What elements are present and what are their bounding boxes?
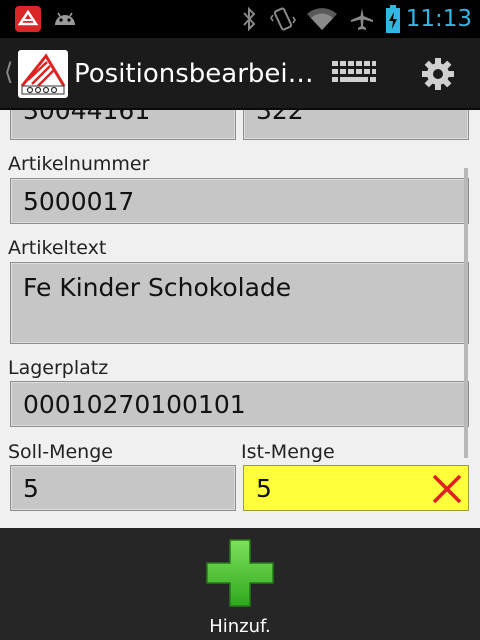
settings-button[interactable] — [414, 52, 462, 96]
airplane-mode-icon — [346, 0, 378, 38]
notification-app-icon — [10, 0, 46, 38]
app-logo[interactable] — [18, 50, 68, 98]
battery-charging-icon — [382, 0, 404, 38]
vibrate-icon — [268, 0, 298, 38]
keyboard-icon — [332, 61, 376, 82]
soll-menge-label: Soll-Menge — [8, 441, 113, 463]
action-bar: ⟨ Positionsbearbei… — [0, 38, 480, 110]
android-icon — [50, 0, 80, 38]
scrollbar[interactable] — [464, 168, 468, 458]
artikeltext-field[interactable]: Fe Kinder Schokolade — [10, 262, 469, 344]
up-navigation-icon[interactable]: ⟨ — [4, 58, 13, 86]
artikelnummer-label: Artikelnummer — [8, 153, 150, 175]
keyboard-button[interactable] — [330, 52, 378, 96]
add-button-label: Hinzuf. — [209, 616, 271, 637]
wifi-icon — [304, 0, 340, 38]
form-scroll-area[interactable]: 30044161 322 Artikelnummer 5000017 Artik… — [0, 110, 480, 528]
bottom-action-bar: Hinzuf. — [0, 528, 480, 640]
ist-menge-input[interactable]: 5 — [243, 465, 469, 511]
gear-icon — [422, 58, 454, 90]
position-number-field[interactable]: 322 — [243, 110, 469, 140]
lagerplatz-field[interactable]: 00010270100101 — [10, 381, 469, 427]
status-clock: 11:13 — [405, 6, 472, 32]
page-title: Positionsbearbei… — [74, 59, 314, 89]
order-number-field[interactable]: 30044161 — [10, 110, 236, 140]
add-button[interactable]: Hinzuf. — [190, 528, 290, 640]
artikeltext-label: Artikeltext — [8, 237, 107, 259]
bluetooth-icon — [238, 0, 260, 38]
artikelnummer-field[interactable]: 5000017 — [10, 178, 469, 224]
ist-menge-label: Ist-Menge — [241, 441, 335, 463]
lagerplatz-label: Lagerplatz — [8, 357, 109, 379]
soll-menge-field[interactable]: 5 — [10, 465, 236, 511]
status-bar: 11:13 — [0, 0, 480, 38]
plus-icon — [206, 539, 274, 607]
clear-icon[interactable] — [430, 472, 464, 506]
